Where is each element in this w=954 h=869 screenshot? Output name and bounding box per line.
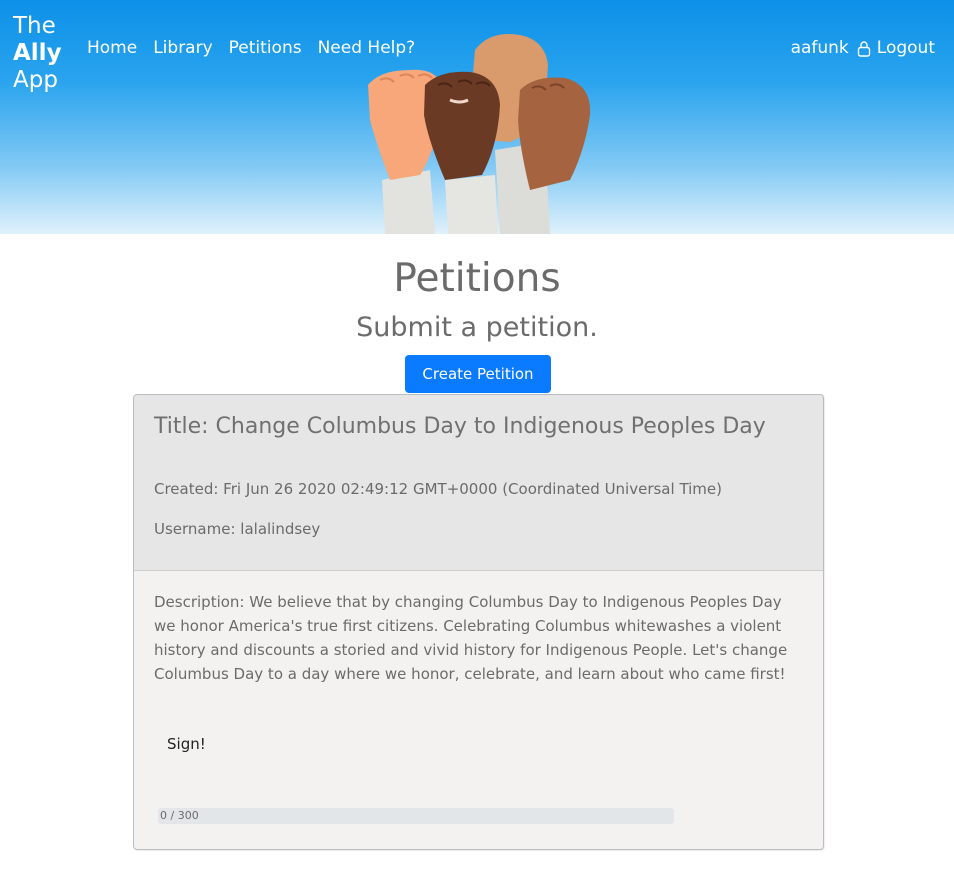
brand-logo[interactable]: The Ally App bbox=[13, 13, 62, 94]
raised-fists-illustration bbox=[368, 34, 591, 234]
brand-line-1: The bbox=[13, 13, 56, 39]
brand-line-2: Ally bbox=[13, 40, 62, 66]
petition-card-header: Title: Change Columbus Day to Indigenous… bbox=[134, 395, 823, 571]
hero-banner: The Ally App Home Library Petitions Need… bbox=[0, 0, 954, 234]
brand-line-3: App bbox=[13, 67, 58, 93]
nav-home[interactable]: Home bbox=[87, 38, 137, 58]
petition-description: Description: We believe that by changing… bbox=[154, 593, 788, 683]
signature-progress-bar: 0 / 300 bbox=[158, 808, 674, 824]
sign-button[interactable]: Sign! bbox=[167, 735, 206, 753]
page-title: Petitions bbox=[393, 256, 561, 301]
page-subtitle: Submit a petition. bbox=[356, 312, 598, 343]
nav-petitions[interactable]: Petitions bbox=[229, 38, 302, 58]
user-menu: aafunk Logout bbox=[791, 38, 935, 58]
nav-library[interactable]: Library bbox=[153, 38, 212, 58]
logout-link[interactable]: Logout bbox=[877, 38, 935, 58]
petition-created: Created: Fri Jun 26 2020 02:49:12 GMT+00… bbox=[154, 480, 723, 498]
petition-card: Title: Change Columbus Day to Indigenous… bbox=[133, 394, 824, 850]
create-petition-button[interactable]: Create Petition bbox=[405, 355, 551, 393]
username-link[interactable]: aafunk bbox=[791, 38, 849, 58]
petition-title: Title: Change Columbus Day to Indigenous… bbox=[154, 414, 766, 439]
lock-icon bbox=[857, 40, 871, 57]
petition-username: Username: lalalindsey bbox=[154, 520, 321, 538]
signature-progress-text: 0 / 300 bbox=[160, 809, 199, 822]
